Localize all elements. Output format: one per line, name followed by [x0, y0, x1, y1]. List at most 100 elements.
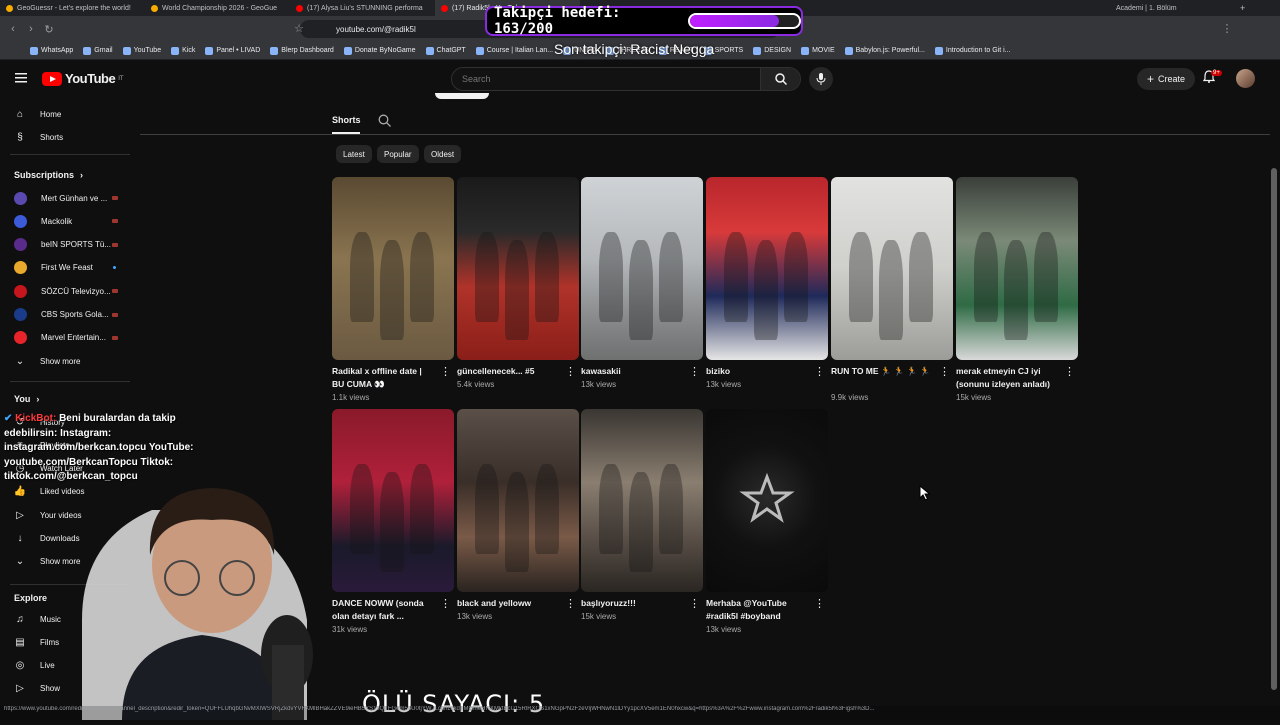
short-title[interactable]: Merhaba @YouTube #radik5l #boyband — [706, 597, 810, 623]
reload-icon[interactable]: ↻ — [40, 23, 58, 36]
notification-count-badge: 9+ — [1211, 70, 1222, 76]
channel-avatar-icon — [14, 261, 27, 275]
bookmark-item[interactable]: Course | Italian Lan... — [475, 46, 553, 55]
more-options-icon[interactable]: ⋮ — [814, 599, 825, 610]
short-title[interactable]: başlıyoruzz!!! — [581, 597, 685, 610]
thumbnail-figure — [599, 464, 623, 554]
new-tab-icon[interactable]: + — [1240, 3, 1280, 13]
sidebar-item[interactable]: Mackolik — [0, 210, 136, 232]
sidebar-item-label: Mert Günhan ve ... — [41, 193, 108, 203]
more-options-icon[interactable]: ⋮ — [440, 599, 451, 610]
more-options-icon[interactable]: ⋮ — [689, 367, 700, 378]
browser-tab[interactable]: World Championship 2026 - GeoGue — [145, 0, 290, 16]
sidebar-item[interactable]: First We Feast — [0, 257, 136, 279]
bookmark-item[interactable]: Blerp Dashboard — [270, 46, 334, 55]
more-options-icon[interactable]: ⋮ — [1064, 367, 1075, 378]
youtube-logo[interactable]: YouTube IT — [42, 71, 124, 86]
bookmark-item[interactable]: Babylon.js: Powerful... — [844, 46, 925, 55]
sidebar-item-label: Home — [40, 109, 62, 119]
thumbnail-figure — [380, 240, 404, 340]
bookmark-item[interactable]: Kick — [171, 46, 195, 55]
sidebar-item[interactable]: ⌄ Show more — [0, 350, 136, 372]
bookmark-item[interactable]: YouTube — [122, 46, 161, 55]
create-button[interactable]: + Create — [1137, 68, 1195, 90]
chevron-right-icon: › — [36, 394, 40, 404]
bookmark-star-icon[interactable]: ☆ — [290, 22, 308, 35]
extensions-icon[interactable]: ⋮ — [1218, 22, 1236, 35]
bookmark-icon — [122, 46, 131, 55]
more-options-icon[interactable]: ⋮ — [689, 599, 700, 610]
short-title[interactable]: black and yelloww — [457, 597, 561, 610]
live-indicator-icon — [112, 196, 118, 200]
browser-tab[interactable]: GeoGuessr - Let's explore the world! — [0, 0, 145, 16]
short-thumbnail[interactable] — [457, 177, 579, 360]
thumbnail-figure — [1034, 232, 1058, 322]
bookmark-icon — [270, 46, 279, 55]
sidebar-item[interactable]: SÖZCÜ Televizyo... — [0, 280, 136, 302]
chip-oldest[interactable]: Oldest — [424, 145, 462, 163]
more-options-icon[interactable]: ⋮ — [565, 599, 576, 610]
more-options-icon[interactable]: ⋮ — [814, 367, 825, 378]
short-thumbnail[interactable] — [332, 177, 454, 360]
short-title[interactable]: kawasakii — [581, 365, 685, 378]
sidebar-item-label: CBS Sports Gola... — [41, 310, 109, 319]
short-title[interactable]: DANCE NOWW (sonda olan detayı fark ... — [332, 597, 436, 623]
voice-search-button[interactable] — [809, 67, 833, 91]
thumbnail-figure — [974, 232, 998, 322]
bookmark-item[interactable]: Gmail — [83, 46, 113, 55]
bookmark-label: Introduction to Git i... — [945, 47, 1011, 54]
short-thumbnail[interactable] — [831, 177, 953, 360]
short-title[interactable]: güncellenecek... #5 — [457, 365, 561, 378]
downloads-icon: ↓ — [17, 533, 23, 544]
short-thumbnail[interactable] — [706, 409, 828, 592]
sidebar-item[interactable]: § Shorts — [0, 126, 136, 148]
short-thumbnail[interactable] — [956, 177, 1078, 360]
search-input[interactable] — [452, 74, 762, 84]
bookmark-item[interactable]: ChatGPT — [425, 46, 466, 55]
bookmark-item[interactable]: Donate ByNoGame — [343, 46, 416, 55]
back-icon[interactable]: ‹ — [4, 23, 22, 35]
bookmark-icon — [475, 46, 484, 55]
bookmark-item[interactable]: Panel • LIVAD — [205, 46, 260, 55]
short-title[interactable]: RUN TO ME 🏃 🏃 🏃 🏃 — [831, 365, 935, 378]
short-title[interactable]: biziko — [706, 365, 810, 378]
bookmark-item[interactable]: DESIGN — [753, 46, 791, 55]
short-thumbnail[interactable] — [457, 409, 579, 592]
logo-text: YouTube — [65, 71, 116, 86]
bookmark-item[interactable]: WhatsApp — [30, 46, 73, 55]
browser-tab-title[interactable]: Academi | 1. Bölüm — [1110, 5, 1240, 12]
more-options-icon[interactable]: ⋮ — [440, 367, 451, 378]
bookmark-item[interactable]: Introduction to Git i... — [934, 46, 1011, 55]
short-views: 15k views — [581, 612, 617, 621]
sidebar-divider — [10, 381, 130, 382]
short-thumbnail[interactable] — [332, 409, 454, 592]
short-thumbnail[interactable] — [581, 177, 703, 360]
sidebar-item[interactable]: Mert Günhan ve ... — [0, 187, 136, 209]
chip-popular[interactable]: Popular — [377, 145, 419, 163]
browser-tab[interactable]: (17) Alysa Liu's STUNNING performa — [290, 0, 435, 16]
more-options-icon[interactable]: ⋮ — [565, 367, 576, 378]
sidebar-item[interactable]: beIN SPORTS Tü... — [0, 234, 136, 256]
short-thumbnail[interactable] — [581, 409, 703, 592]
bookmark-item[interactable]: MOVIE — [801, 46, 835, 55]
account-avatar[interactable] — [1236, 69, 1255, 88]
sidebar-item[interactable]: Marvel Entertain... — [0, 327, 136, 349]
page-scrollbar[interactable] — [1271, 168, 1277, 690]
sidebar-item[interactable]: CBS Sports Gola... — [0, 304, 136, 326]
tab-shorts[interactable]: Shorts — [332, 115, 361, 125]
short-title[interactable]: Radikal x offline date | BU CUMA 👀 — [332, 365, 436, 391]
sidebar-item[interactable]: ⌂ Home — [0, 103, 136, 125]
thumbnail-figure — [849, 232, 873, 322]
menu-icon[interactable] — [15, 73, 27, 83]
bookmark-label: Babylon.js: Powerful... — [855, 47, 925, 54]
short-title[interactable]: merak etmeyin CJ iyi (sonunu izleyen anl… — [956, 365, 1060, 391]
sidebar-item-label: Films — [40, 637, 60, 647]
more-options-icon[interactable]: ⋮ — [939, 367, 950, 378]
forward-icon[interactable]: › — [22, 23, 40, 35]
short-thumbnail[interactable] — [706, 177, 828, 360]
channel-search-icon[interactable] — [378, 114, 391, 127]
chip-latest[interactable]: Latest — [336, 145, 372, 163]
search-button[interactable] — [760, 68, 800, 90]
you-heading[interactable]: You › — [14, 394, 39, 404]
subscriptions-heading[interactable]: Subscriptions › — [14, 170, 83, 180]
